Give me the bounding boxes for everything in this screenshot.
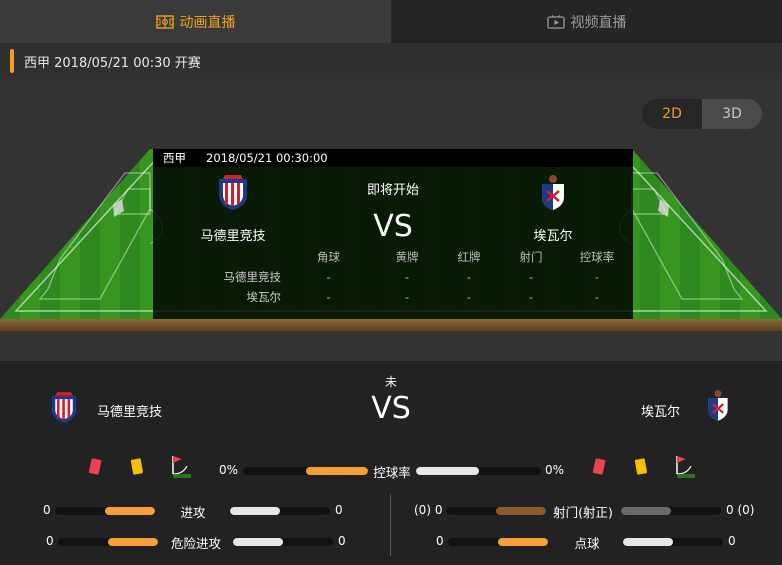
yellow-card-icon xyxy=(634,458,647,475)
shots-home-fill xyxy=(496,507,546,515)
shots-away-bar xyxy=(621,507,721,515)
penalty-away-bar xyxy=(623,538,723,546)
red-card-icon xyxy=(88,458,102,475)
stats-divider xyxy=(390,494,391,556)
penalty-label: 点球 xyxy=(574,536,600,551)
corner-flag-icon xyxy=(676,456,695,478)
tab-animation-live[interactable]: 动画直播 xyxy=(0,0,391,43)
shots-away-fill xyxy=(621,507,671,515)
attack-away-value: 0 xyxy=(335,503,343,517)
tab-animation-label: 动画直播 xyxy=(179,14,236,31)
cell: - xyxy=(326,270,331,284)
corner-flag-icon xyxy=(172,456,191,478)
overlay-away-team: 埃瓦尔 xyxy=(498,173,608,244)
row-team: 埃瓦尔 xyxy=(246,290,282,304)
penalty-away-fill xyxy=(623,538,673,546)
match-stats-panel: 马德里竞技 未 VS 埃瓦尔 0% 控球率 0% 0 进攻 0 0 危险进攻 0… xyxy=(0,361,782,565)
home-possession-fill xyxy=(305,467,368,475)
penalty-home-value: 0 xyxy=(436,534,444,548)
match-kickoff-text: 西甲 2018/05/21 00:30 开赛 xyxy=(24,55,201,71)
cell: - xyxy=(594,270,600,284)
penalty-home-bar xyxy=(448,538,548,546)
overlay-stats-row-away: 埃瓦尔 - - - - - xyxy=(153,287,633,307)
danger-attack-home-fill xyxy=(108,538,158,546)
cell: - xyxy=(528,270,534,284)
eibar-crest-icon xyxy=(542,175,564,210)
attack-home-bar xyxy=(55,507,155,515)
match-vs: VS xyxy=(371,391,411,426)
overlay-header: 西甲 2018/05/21 00:30:00 xyxy=(153,149,633,167)
tab-bar: 动画直播 视频直播 xyxy=(0,0,782,43)
attack-home-fill xyxy=(105,507,155,515)
overlay-stats-row-home: 马德里竞技 - - - - - xyxy=(153,267,633,287)
away-crest-icon xyxy=(708,390,728,421)
col-yellow: 黄牌 xyxy=(395,250,419,264)
tab-video-live[interactable]: 视频直播 xyxy=(391,0,782,43)
attack-away-bar xyxy=(230,507,330,515)
danger-attack-away-bar xyxy=(233,538,333,546)
overlay-stats-header: 角球 黄牌 红牌 射门 控球率 xyxy=(153,247,633,267)
cell: - xyxy=(326,290,331,304)
away-possession-pct: 0% xyxy=(545,463,565,477)
match-info-bar: 西甲 2018/05/21 00:30 开赛 xyxy=(0,43,782,79)
possession-label: 控球率 xyxy=(373,465,411,480)
home-possession-bar xyxy=(243,467,368,475)
danger-attack-home-value: 0 xyxy=(46,534,54,548)
cell: - xyxy=(466,270,472,284)
shots-home-bar xyxy=(446,507,546,515)
view-3d-button[interactable]: 3D xyxy=(702,99,762,129)
home-team-name: 马德里竞技 xyxy=(97,405,163,420)
col-shots: 射门 xyxy=(519,250,543,264)
danger-attack-home-bar xyxy=(58,538,158,546)
home-possession-pct: 0% xyxy=(219,463,239,477)
match-status: 未 xyxy=(384,375,397,389)
shots-away-value: 0 (0) xyxy=(726,503,755,517)
tv-play-icon xyxy=(546,14,565,29)
away-possession-bar xyxy=(416,467,541,475)
tab-video-label: 视频直播 xyxy=(570,14,627,31)
overlay-stats-table: 角球 黄牌 红牌 射门 控球率 马德里竞技 - - - - - 埃瓦尔 - - … xyxy=(153,247,633,307)
yellow-card-icon xyxy=(130,458,143,475)
penalty-home-fill xyxy=(498,538,548,546)
match-live-panel: 动画直播 视频直播 西甲 2018/05/21 00:30 开赛 2D 3D 西… xyxy=(0,0,782,565)
col-corners: 角球 xyxy=(317,250,340,264)
overlay-vs: VS xyxy=(373,209,413,244)
view-mode-toggle: 2D 3D xyxy=(642,99,762,129)
cell: - xyxy=(404,270,410,284)
overlay-status: 即将开始 xyxy=(366,183,419,198)
cell: - xyxy=(466,290,472,304)
cell: - xyxy=(404,290,410,304)
shots-label: 射门(射正) xyxy=(553,505,613,520)
row-team: 马德里竞技 xyxy=(223,270,282,284)
overlay-league: 西甲 xyxy=(163,151,186,165)
away-team-name: 埃瓦尔 xyxy=(641,405,681,420)
red-card-icon xyxy=(592,458,606,475)
cell: - xyxy=(594,290,600,304)
attack-away-fill xyxy=(230,507,280,515)
atletico-crest-icon xyxy=(219,175,247,210)
away-possession-fill xyxy=(416,467,479,475)
view-2d-button[interactable]: 2D xyxy=(642,99,702,129)
overlay-away-name: 埃瓦尔 xyxy=(533,229,573,244)
danger-attack-away-fill xyxy=(233,538,283,546)
home-crest-icon xyxy=(51,392,77,423)
soccer-field-icon xyxy=(155,14,174,29)
penalty-away-value: 0 xyxy=(728,534,736,548)
overlay-matchup: 马德里竞技 即将开始 VS 埃瓦尔 xyxy=(153,167,633,247)
accent-marker xyxy=(10,49,14,73)
pitch-scoreboard-overlay: 西甲 2018/05/21 00:30:00 马德里竞技 即将开始 VS 埃瓦尔… xyxy=(153,149,633,319)
danger-attack-label: 危险进攻 xyxy=(170,536,221,551)
col-red: 红牌 xyxy=(457,250,481,264)
danger-attack-away-value: 0 xyxy=(338,534,346,548)
attack-home-value: 0 xyxy=(43,503,51,517)
overlay-datetime: 2018/05/21 00:30:00 xyxy=(206,151,328,165)
shots-home-value: (0) 0 xyxy=(414,503,443,517)
overlay-home-name: 马德里竞技 xyxy=(200,229,266,244)
attack-label: 进攻 xyxy=(180,505,206,520)
cell: - xyxy=(528,290,534,304)
overlay-home-team: 马德里竞技 xyxy=(178,173,288,244)
col-possession: 控球率 xyxy=(579,250,615,264)
